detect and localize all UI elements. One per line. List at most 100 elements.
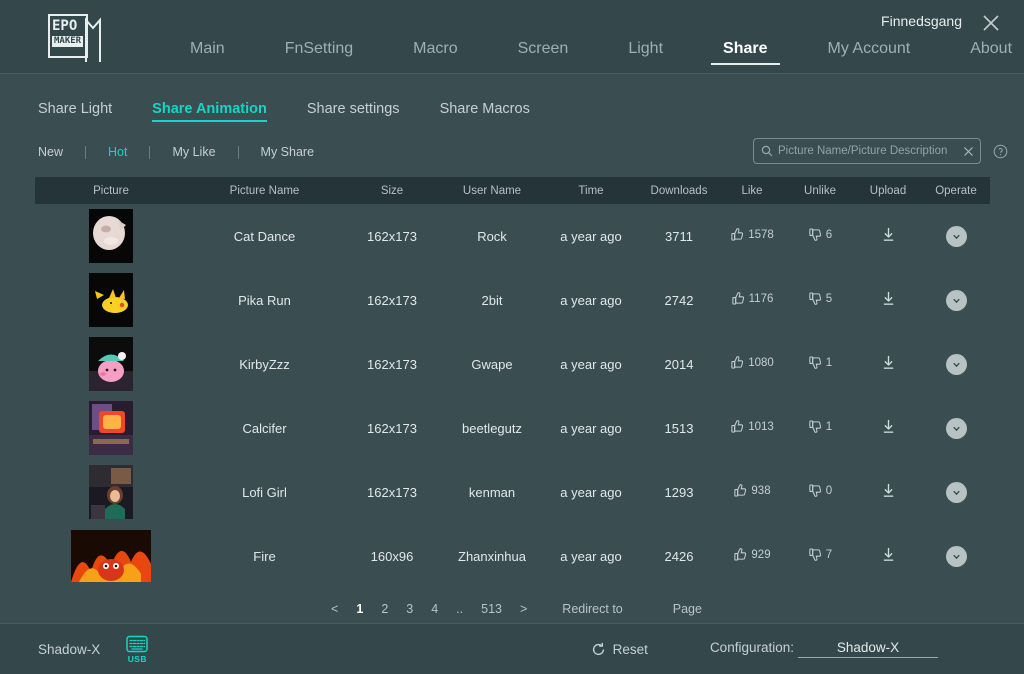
download-button[interactable]	[880, 290, 897, 307]
operate-button[interactable]	[945, 481, 967, 503]
dislike-button[interactable]: 6	[808, 227, 832, 242]
username-label[interactable]: Finnedsgang	[881, 13, 962, 29]
subnav-item-share-macros[interactable]: Share Macros	[440, 101, 530, 122]
cell-upload[interactable]	[854, 332, 922, 396]
operate-button[interactable]	[945, 225, 967, 247]
cell-operate[interactable]	[922, 396, 990, 460]
cell-like[interactable]: 1176	[718, 268, 786, 332]
fire-thumbnail[interactable]	[71, 530, 151, 582]
filter-tab-new[interactable]: New	[38, 145, 85, 159]
pagination-page-input[interactable]	[630, 600, 665, 618]
nav-item-about[interactable]: About	[958, 40, 1024, 65]
table-row[interactable]: Pika Run 162x173 2bit a year ago 2742 1176 5	[35, 268, 990, 332]
search-box[interactable]	[753, 138, 981, 164]
kirby-zzz-thumbnail[interactable]	[89, 337, 133, 391]
operate-button[interactable]	[945, 353, 967, 375]
dislike-button[interactable]: 1	[808, 355, 832, 370]
search-input[interactable]	[778, 145, 959, 157]
operate-button[interactable]	[945, 417, 967, 439]
cell-unlike[interactable]: 6	[786, 204, 854, 268]
cell-upload[interactable]	[854, 268, 922, 332]
pagination-page-3[interactable]: 3	[397, 600, 422, 618]
cell-operate[interactable]	[922, 332, 990, 396]
cell-like[interactable]: 1578	[718, 204, 786, 268]
nav-item-light[interactable]: Light	[616, 40, 675, 65]
download-button[interactable]	[880, 482, 897, 499]
reset-button[interactable]: Reset	[591, 642, 648, 657]
cell-unlike[interactable]: 0	[786, 460, 854, 524]
subnav-item-share-light[interactable]: Share Light	[38, 101, 112, 122]
operate-button[interactable]	[945, 545, 967, 567]
cell-like[interactable]: 929	[718, 524, 786, 588]
lofi-girl-thumbnail[interactable]	[89, 465, 133, 519]
table-row[interactable]: Cat Dance 162x173 Rock a year ago 3711 1578 6	[35, 204, 990, 268]
calcifer-thumbnail[interactable]	[89, 401, 133, 455]
clear-icon[interactable]	[963, 146, 974, 157]
pagination-page-4[interactable]: 4	[422, 600, 447, 618]
like-button[interactable]: 1080	[730, 355, 774, 370]
pagination-redirect-label[interactable]: Redirect to	[562, 602, 622, 616]
close-icon[interactable]	[980, 12, 1002, 34]
cell-unlike[interactable]: 7	[786, 524, 854, 588]
status-bar: Shadow-X USB Reset Configuration: Shadow…	[0, 623, 1024, 674]
keyboard-connection-indicator[interactable]: USB	[126, 635, 149, 664]
pagination-page-1[interactable]: 1	[347, 600, 372, 618]
nav-item-screen[interactable]: Screen	[506, 40, 581, 65]
download-button[interactable]	[880, 354, 897, 371]
dislike-button[interactable]: 5	[808, 291, 832, 306]
filter-tab-my-share[interactable]: My Share	[239, 145, 337, 159]
like-button[interactable]: 1013	[730, 419, 774, 434]
cat-dance-thumbnail[interactable]	[89, 209, 133, 263]
configuration-value[interactable]: Shadow-X	[798, 640, 938, 658]
download-button[interactable]	[880, 546, 897, 563]
cell-unlike[interactable]: 1	[786, 332, 854, 396]
cell-upload[interactable]	[854, 204, 922, 268]
download-button[interactable]	[880, 226, 897, 243]
pika-run-thumbnail[interactable]	[89, 273, 133, 327]
dislike-button[interactable]: 7	[808, 547, 832, 562]
cell-operate[interactable]	[922, 460, 990, 524]
table-row[interactable]: KirbyZzz 162x173 Gwape a year ago 2014 1080 1	[35, 332, 990, 396]
nav-item-fnsetting[interactable]: FnSetting	[273, 40, 365, 65]
download-button[interactable]	[880, 418, 897, 435]
configuration-selector[interactable]: Configuration: Shadow-X	[710, 640, 938, 658]
thumbs-down-icon	[809, 228, 821, 241]
table-head: Picture Picture Name Size User Name Time…	[35, 177, 990, 204]
subnav-item-share-animation[interactable]: Share Animation	[152, 101, 267, 122]
cell-unlike[interactable]: 5	[786, 268, 854, 332]
like-button[interactable]: 1176	[731, 291, 773, 306]
nav-item-macro[interactable]: Macro	[401, 40, 469, 65]
help-icon[interactable]	[993, 144, 1008, 159]
cell-upload[interactable]	[854, 524, 922, 588]
pagination-next[interactable]: >	[511, 600, 536, 618]
table-row[interactable]: Fire 160x96 Zhanxinhua a year ago 2426 929 7	[35, 524, 990, 588]
nav-item-my-account[interactable]: My Account	[816, 40, 923, 65]
like-button[interactable]: 938	[733, 483, 771, 498]
cell-upload[interactable]	[854, 460, 922, 524]
cell-unlike[interactable]: 1	[786, 396, 854, 460]
pagination-page-last[interactable]: 513	[472, 600, 511, 618]
dislike-button[interactable]: 0	[808, 483, 832, 498]
thumbs-up-icon	[731, 420, 744, 433]
table-row[interactable]: Lofi Girl 162x173 kenman a year ago 1293 938 0	[35, 460, 990, 524]
cell-like[interactable]: 1080	[718, 332, 786, 396]
filter-tab-hot[interactable]: Hot	[86, 145, 149, 159]
nav-item-main[interactable]: Main	[178, 40, 237, 65]
subnav-item-share-settings[interactable]: Share settings	[307, 101, 400, 122]
cell-operate[interactable]	[922, 268, 990, 332]
cell-like[interactable]: 938	[718, 460, 786, 524]
cell-operate[interactable]	[922, 204, 990, 268]
like-button[interactable]: 929	[733, 547, 771, 562]
operate-button[interactable]	[945, 289, 967, 311]
dislike-button[interactable]: 1	[808, 419, 832, 434]
cell-time: a year ago	[560, 420, 622, 436]
pagination-prev[interactable]: <	[322, 600, 347, 618]
pagination-page-2[interactable]: 2	[372, 600, 397, 618]
nav-item-share[interactable]: Share	[711, 40, 780, 65]
like-button[interactable]: 1578	[730, 227, 774, 242]
table-row[interactable]: Calcifer 162x173 beetlegutz a year ago 1513 1…	[35, 396, 990, 460]
cell-operate[interactable]	[922, 524, 990, 588]
cell-like[interactable]: 1013	[718, 396, 786, 460]
cell-upload[interactable]	[854, 396, 922, 460]
filter-tab-my-like[interactable]: My Like	[150, 145, 237, 159]
